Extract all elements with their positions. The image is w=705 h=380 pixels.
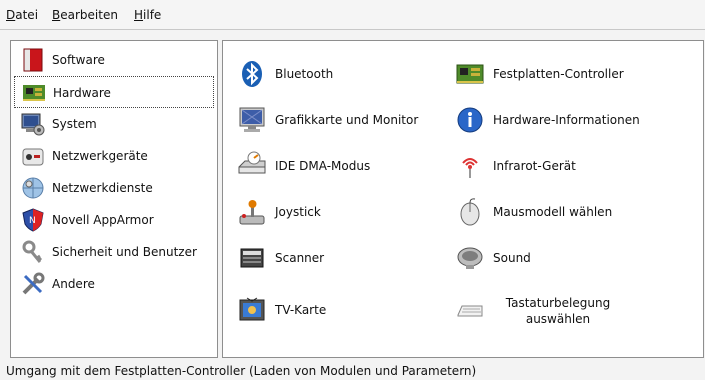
category-list: Software Hardware System Netzwerkgeräte …: [10, 40, 218, 358]
monitor-icon: [237, 105, 267, 135]
tools-icon: [20, 271, 46, 297]
sidebar-item-hardware[interactable]: Hardware: [14, 76, 214, 108]
sidebar-item-network-devices[interactable]: Netzwerkgeräte: [14, 140, 214, 172]
sidebar-item-security-users[interactable]: Sicherheit und Benutzer: [14, 236, 214, 268]
module-disk-controller[interactable]: Festplatten-Controller: [455, 55, 675, 95]
module-infrared[interactable]: Infrarot-Gerät: [455, 147, 675, 187]
bluetooth-icon: [237, 59, 267, 89]
sound-icon: [455, 243, 485, 273]
apparmor-shield-icon: N: [20, 207, 46, 233]
module-graphics-monitor[interactable]: Grafikkarte und Monitor: [237, 101, 457, 141]
infrared-icon: [455, 151, 485, 181]
scanner-icon: [237, 243, 267, 273]
software-icon: [20, 47, 46, 73]
menu-bearbeiten[interactable]: Bearbeiten: [52, 8, 118, 22]
sidebar-item-network-services[interactable]: Netzwerkdienste: [14, 172, 214, 204]
hardware-icon: [21, 80, 47, 106]
module-grid: Bluetooth Grafikkarte und Monitor IDE DM…: [222, 40, 704, 358]
module-ide-dma[interactable]: IDE DMA-Modus: [237, 147, 457, 187]
module-scanner[interactable]: Scanner: [237, 239, 457, 279]
network-devices-icon: [20, 143, 46, 169]
sidebar-item-software[interactable]: Software: [14, 44, 214, 76]
drive-icon: [237, 151, 267, 181]
module-hardware-info[interactable]: Hardware-Informationen: [455, 101, 675, 141]
menu-datei[interactable]: Datei: [6, 8, 38, 22]
sidebar-item-other[interactable]: Andere: [14, 268, 214, 300]
module-keyboard-layout[interactable]: Tastaturbelegung auswählen: [455, 291, 675, 331]
module-joystick[interactable]: Joystick: [237, 193, 457, 233]
joystick-icon: [237, 197, 267, 227]
sidebar-item-novell-apparmor[interactable]: N Novell AppArmor: [14, 204, 214, 236]
module-bluetooth[interactable]: Bluetooth: [237, 55, 457, 95]
module-mouse[interactable]: Mausmodell wählen: [455, 193, 675, 233]
module-sound[interactable]: Sound: [455, 239, 675, 279]
keyboard-icon: [455, 295, 485, 325]
svg-text:N: N: [29, 216, 36, 226]
sidebar-item-system[interactable]: System: [14, 108, 214, 140]
controller-board-icon: [455, 59, 485, 89]
mouse-icon: [455, 197, 485, 227]
menu-hilfe[interactable]: Hilfe: [134, 8, 161, 22]
info-icon: [455, 105, 485, 135]
module-keyboard-layout-label: Tastaturbelegung auswählen: [505, 296, 611, 326]
network-services-icon: [20, 175, 46, 201]
menu-bar: Datei Bearbeiten Hilfe: [0, 0, 705, 30]
status-bar: Umgang mit dem Festplatten-Controller (L…: [6, 364, 477, 378]
system-icon: [20, 111, 46, 137]
module-tv-card[interactable]: TV-Karte: [237, 291, 457, 331]
tv-card-icon: [237, 295, 267, 325]
security-keys-icon: [20, 239, 46, 265]
